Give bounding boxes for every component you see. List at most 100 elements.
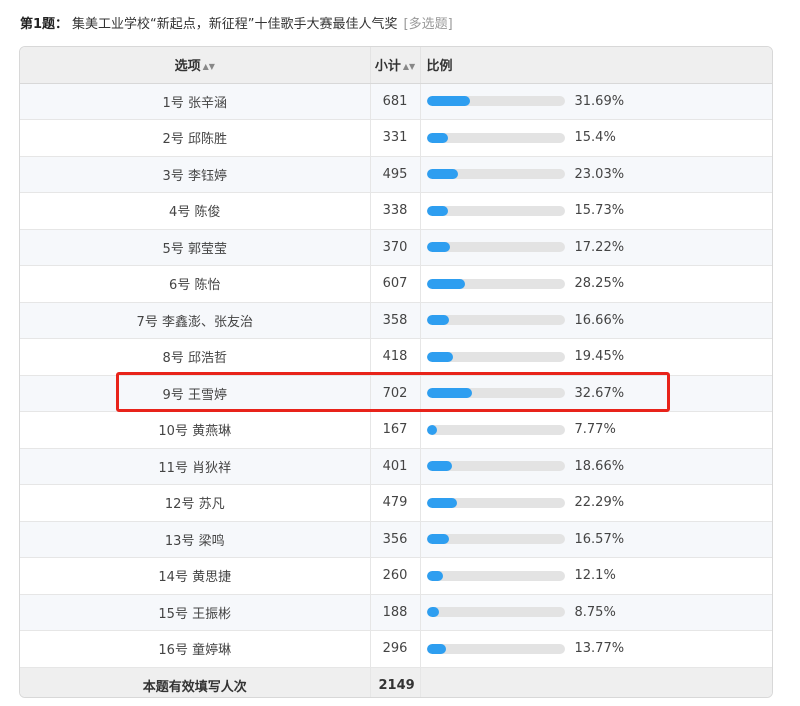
ratio-bar-fill — [426, 643, 446, 654]
ratio-cell: 22.29% — [420, 484, 772, 522]
ratio-percent: 16.57% — [574, 531, 625, 547]
ratio-bar-fill — [426, 351, 454, 362]
header-option-label: 选项 — [174, 59, 201, 75]
total-label: 本题有效填写人次 — [20, 667, 371, 697]
count-cell: 188 — [370, 594, 421, 631]
ratio-bar-fill — [426, 242, 451, 253]
ratio-bar-fill — [426, 315, 450, 326]
ratio-percent: 16.66% — [574, 312, 625, 328]
ratio-cell: 13.77% — [420, 630, 772, 668]
total-row: 本题有效填写人次 2149 — [20, 667, 772, 697]
count-cell: 331 — [370, 119, 421, 157]
ratio-cell: 7.77% — [420, 411, 772, 449]
count-cell: 358 — [370, 302, 421, 339]
ratio-percent: 15.4% — [574, 130, 616, 146]
ratio-cell: 8.75% — [420, 594, 772, 631]
count-cell: 260 — [370, 557, 421, 595]
ratio-percent: 32.67% — [574, 385, 625, 401]
option-cell: 9号 王雪婷 — [20, 375, 371, 412]
option-cell: 4号 陈俊 — [20, 192, 371, 230]
results-table: 选项 ▲▼ 小计 ▲▼ 比例 1号 张辛涵 681 31.69% 2号 邱陈胜 331 15.… — [20, 47, 772, 697]
count-cell: 338 — [370, 192, 421, 230]
total-count: 2149 — [370, 667, 421, 697]
table-row: 12号 苏凡 479 22.29% — [20, 484, 772, 522]
option-cell: 3号 李钰婷 — [20, 156, 371, 193]
ratio-bar-track — [426, 570, 565, 581]
table-row: 7号 李鑫澎、张友治 358 16.66% — [20, 302, 772, 339]
table-row: 3号 李钰婷 495 23.03% — [20, 156, 772, 193]
ratio-bar-fill — [426, 424, 438, 435]
ratio-bar-track — [426, 315, 565, 326]
table-row: 4号 陈俊 338 15.73% — [20, 192, 772, 230]
results-table-container: 选项 ▲▼ 小计 ▲▼ 比例 1号 张辛涵 681 31.69% 2号 邱陈胜 331 15.… — [19, 46, 773, 698]
ratio-cell: 15.4% — [420, 119, 772, 157]
ratio-cell: 23.03% — [420, 156, 772, 193]
question-number: 第1题： — [20, 17, 69, 32]
header-ratio-label: 比例 — [426, 59, 453, 75]
header-count-label: 小计 — [374, 59, 401, 75]
count-cell: 418 — [370, 338, 421, 376]
option-cell: 12号 苏凡 — [20, 484, 371, 522]
count-cell: 401 — [370, 448, 421, 485]
count-cell: 370 — [370, 229, 421, 266]
table-row: 2号 邱陈胜 331 15.4% — [20, 119, 772, 157]
ratio-percent: 7.77% — [574, 422, 616, 438]
table-header-row: 选项 ▲▼ 小计 ▲▼ 比例 — [20, 47, 772, 84]
option-cell: 13号 梁鸣 — [20, 521, 371, 558]
ratio-percent: 22.29% — [574, 495, 625, 511]
table-row: 1号 张辛涵 681 31.69% — [20, 83, 772, 120]
header-ratio: 比例 — [420, 47, 772, 84]
ratio-percent: 8.75% — [574, 604, 616, 620]
count-cell: 607 — [370, 265, 421, 303]
ratio-bar-track — [426, 461, 565, 472]
table-row: 8号 邱浩哲 418 19.45% — [20, 338, 772, 376]
option-cell: 2号 邱陈胜 — [20, 119, 371, 157]
ratio-bar-fill — [426, 96, 471, 107]
question-text: 集美工业学校“新起点，新征程”十佳歌手大赛最佳人气奖 — [72, 17, 398, 32]
sort-icon[interactable]: ▲▼ — [403, 62, 415, 71]
table-row: 5号 郭莹莹 370 17.22% — [20, 229, 772, 266]
ratio-cell: 16.57% — [420, 521, 772, 558]
table-row: 10号 黄燕琳 167 7.77% — [20, 411, 772, 449]
table-row: 14号 黄思捷 260 12.1% — [20, 557, 772, 595]
ratio-bar-track — [426, 424, 565, 435]
option-cell: 10号 黄燕琳 — [20, 411, 371, 449]
count-cell: 702 — [370, 375, 421, 412]
ratio-bar-track — [426, 278, 565, 289]
table-body: 1号 张辛涵 681 31.69% 2号 邱陈胜 331 15.4% 3号 李钰婷 495 23… — [20, 83, 772, 697]
ratio-bar-track — [426, 132, 565, 143]
option-cell: 8号 邱浩哲 — [20, 338, 371, 376]
ratio-bar-track — [426, 169, 565, 180]
ratio-bar-fill — [426, 607, 439, 618]
sort-icon[interactable]: ▲▼ — [203, 62, 215, 71]
ratio-bar-track — [426, 205, 565, 216]
option-cell: 14号 黄思捷 — [20, 557, 371, 595]
ratio-bar-track — [426, 643, 565, 654]
table-row: 11号 肖狄祥 401 18.66% — [20, 448, 772, 485]
question-type: [多选题] — [403, 17, 453, 32]
ratio-percent: 13.77% — [574, 641, 625, 657]
header-option[interactable]: 选项 ▲▼ — [20, 47, 371, 84]
ratio-bar-fill — [426, 570, 444, 581]
question-title: 第1题： 集美工业学校“新起点，新征程”十佳歌手大赛最佳人气奖 [多选题] — [20, 14, 453, 36]
ratio-percent: 23.03% — [574, 166, 625, 182]
count-cell: 167 — [370, 411, 421, 449]
option-cell: 11号 肖狄祥 — [20, 448, 371, 485]
ratio-percent: 18.66% — [574, 458, 625, 474]
ratio-cell: 15.73% — [420, 192, 772, 230]
table-row: 6号 陈怡 607 28.25% — [20, 265, 772, 303]
ratio-percent: 15.73% — [574, 203, 625, 219]
ratio-bar-fill — [426, 205, 449, 216]
option-cell: 6号 陈怡 — [20, 265, 371, 303]
ratio-bar-track — [426, 534, 565, 545]
total-ratio-cell — [420, 667, 772, 697]
ratio-bar-track — [426, 96, 565, 107]
ratio-percent: 28.25% — [574, 276, 625, 292]
ratio-bar-fill — [426, 461, 453, 472]
ratio-bar-fill — [426, 132, 448, 143]
header-count[interactable]: 小计 ▲▼ — [370, 47, 421, 84]
option-cell: 7号 李鑫澎、张友治 — [20, 302, 371, 339]
option-cell: 5号 郭莹莹 — [20, 229, 371, 266]
ratio-percent: 31.69% — [574, 93, 625, 109]
count-cell: 356 — [370, 521, 421, 558]
